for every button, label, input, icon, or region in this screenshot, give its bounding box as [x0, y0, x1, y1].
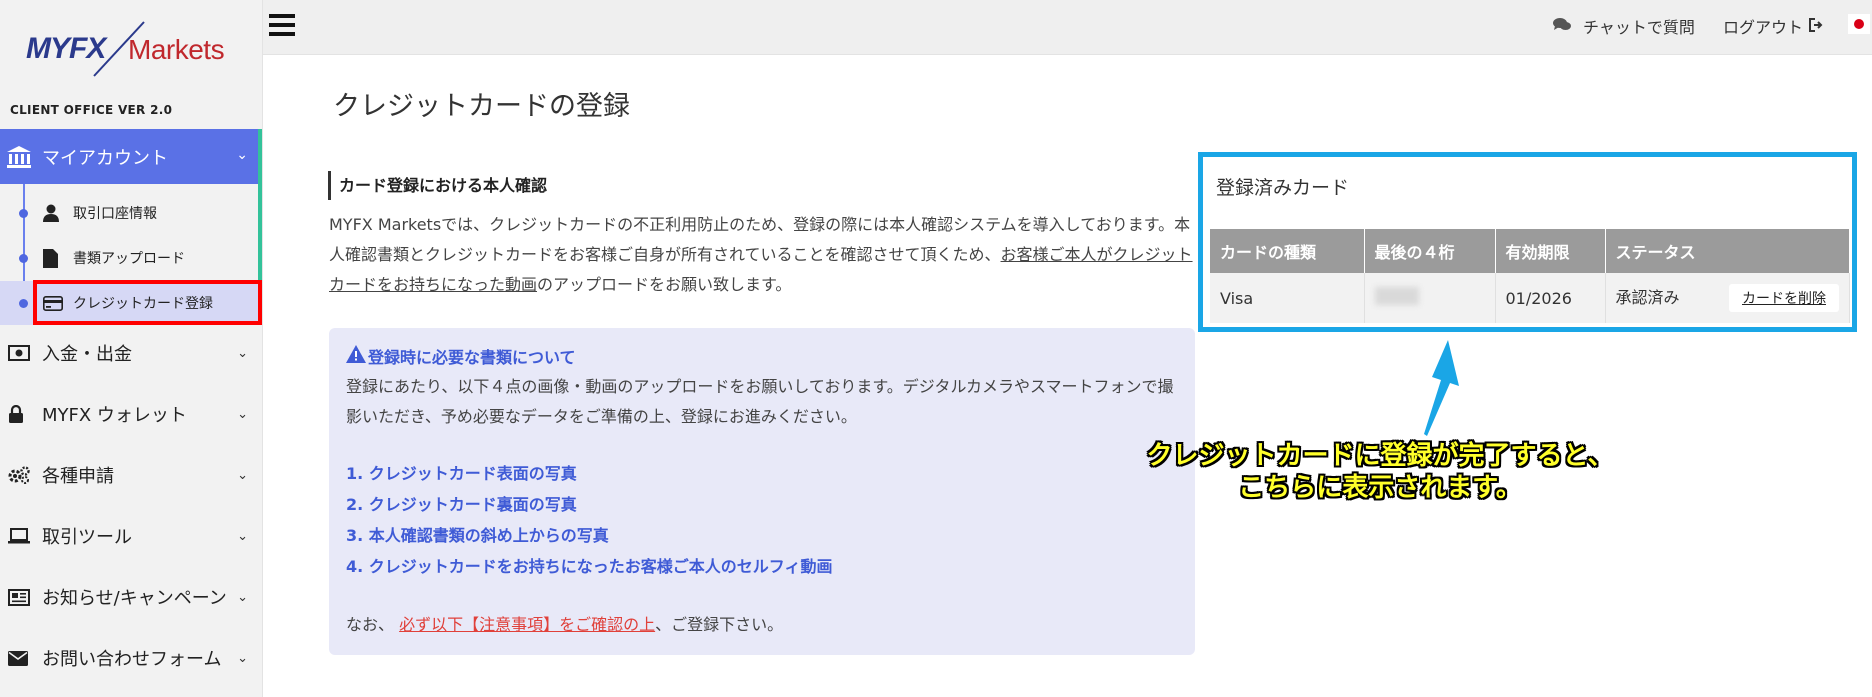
sign-out-icon	[1809, 17, 1823, 36]
chevron-down-icon: ⌄	[237, 589, 248, 605]
delete-card-button[interactable]: カードを削除	[1729, 284, 1839, 312]
sidebar-item-deposit-withdraw[interactable]: 入金・出金 ⌄	[0, 323, 258, 383]
money-icon	[8, 345, 30, 361]
myfx-logo[interactable]: MYFX Markets	[24, 18, 234, 82]
newspaper-icon	[8, 588, 30, 606]
laptop-icon	[8, 528, 30, 544]
sidebar-item-trading-tools[interactable]: 取引ツール ⌄	[0, 506, 258, 566]
gears-icon	[8, 466, 30, 484]
registered-cards-panel: 登録済みカード カードの種類 最後の４桁 有効期限 ステータス Visa 01/…	[1198, 152, 1857, 332]
masked-digits	[1374, 287, 1419, 305]
card-expiry-cell: 01/2026	[1495, 273, 1606, 323]
page-title: クレジットカードの登録	[333, 91, 630, 122]
column-header: 最後の４桁	[1364, 229, 1496, 273]
sidebar: MYFX Markets CLIENT OFFICE VER 2.0 マイアカウ…	[0, 0, 263, 697]
sidebar-subitem-label: 書類アップロード	[73, 251, 185, 267]
client-office-version: CLIENT OFFICE VER 2.0	[10, 103, 173, 117]
list-item: 3. 本人確認書類の斜め上からの写真	[346, 526, 609, 545]
sidebar-item-label: お知らせ/キャンペーン	[42, 588, 227, 609]
table-header-row: カードの種類 最後の４桁 有効期限 ステータス	[1210, 229, 1850, 273]
chevron-down-icon: ⌄	[237, 467, 248, 483]
notice-footer-prefix: なお、	[346, 615, 395, 634]
bullet-dot	[19, 253, 28, 263]
chevron-down-icon: ⌄	[237, 406, 248, 422]
sidebar-item-news-campaign[interactable]: お知らせ/キャンペーン ⌄	[0, 567, 258, 627]
notice-footer-suffix: 、ご登録下さい。	[655, 615, 784, 634]
sidebar-item-label: 各種申請	[42, 466, 114, 487]
sidebar-item-my-account[interactable]: マイアカウント ⌄	[0, 129, 258, 184]
chevron-down-icon: ⌄	[237, 345, 248, 361]
chat-link[interactable]: チャットで質問	[1553, 14, 1695, 38]
bullet-dot	[19, 208, 28, 218]
highlight-box	[33, 280, 262, 325]
card-status-cell: 承認済み カードを削除	[1605, 273, 1850, 323]
notice-footer: なお、 必ず以下【注意事項】をご確認の上、ご登録下さい。	[346, 611, 783, 635]
notice-title-text: 登録時に必要な書類について	[368, 348, 576, 367]
column-header: カードの種類	[1210, 229, 1365, 273]
sidebar-subitem-label: 取引口座情報	[73, 206, 157, 222]
notice-title: 登録時に必要な書類について	[346, 344, 576, 368]
list-item: 2. クレジットカード裏面の写真	[346, 495, 577, 514]
card-last4-cell	[1364, 273, 1496, 323]
envelope-icon	[8, 650, 28, 666]
section-title: カード登録における本人確認	[328, 171, 547, 200]
annotation-callout: クレジットカードに登録が完了すると、 こちらに表示されます。	[1130, 440, 1630, 504]
intro-text-end: のアップロードをお願い致します。	[537, 275, 792, 294]
sidebar-subitem-account-info[interactable]: 取引口座情報	[0, 191, 258, 235]
card-status-text: 承認済み	[1615, 288, 1680, 307]
logout-link[interactable]: ログアウト	[1723, 14, 1823, 38]
japan-flag-icon[interactable]	[1848, 14, 1870, 34]
sidebar-item-applications[interactable]: 各種申請 ⌄	[0, 445, 258, 505]
chevron-down-icon: ⌄	[236, 147, 248, 163]
chat-label: チャットで質問	[1583, 18, 1695, 37]
registered-cards-table: カードの種類 最後の４桁 有効期限 ステータス Visa 01/2026 承認済…	[1210, 229, 1850, 323]
required-documents-list: 1. クレジットカード表面の写真 2. クレジットカード裏面の写真 3. 本人確…	[346, 458, 832, 582]
comments-icon	[1553, 17, 1571, 36]
chevron-down-icon: ⌄	[237, 650, 248, 666]
chevron-down-icon: ⌄	[237, 528, 248, 544]
top-header: チャットで質問 ログアウト	[263, 0, 1872, 55]
sidebar-item-label: お問い合わせフォーム	[42, 649, 222, 670]
notice-caution-link[interactable]: 必ず以下【注意事項】をご確認の上	[399, 615, 655, 634]
warning-icon	[346, 345, 366, 367]
column-header: ステータス	[1605, 229, 1850, 273]
registered-cards-title: 登録済みカード	[1216, 177, 1350, 199]
sidebar-item-contact-form[interactable]: お問い合わせフォーム ⌄	[0, 628, 258, 688]
logo-sub-text: Markets	[128, 34, 225, 65]
notice-box: 登録時に必要な書類について 登録にあたり、以下４点の画像・動画のアップロードをお…	[329, 328, 1195, 655]
sidebar-item-label: 入金・出金	[42, 344, 132, 365]
file-icon	[43, 248, 58, 268]
table-row: Visa 01/2026 承認済み カードを削除	[1210, 273, 1850, 323]
annotation-line: クレジットカードに登録が完了すると、	[1146, 441, 1614, 471]
annotation-line: こちらに表示されます。	[1238, 473, 1522, 503]
sidebar-item-label: 取引ツール	[42, 527, 132, 548]
sidebar-item-wallet[interactable]: MYFX ウォレット ⌄	[0, 384, 258, 444]
logo-main-text: MYFX	[26, 32, 106, 65]
card-type-cell: Visa	[1210, 273, 1365, 323]
intro-paragraph: MYFX Marketsでは、クレジットカードの不正利用防止のため、登録の際には…	[329, 210, 1193, 300]
sidebar-subitem-document-upload[interactable]: 書類アップロード	[0, 236, 258, 280]
list-item: 1. クレジットカード表面の写真	[346, 464, 577, 483]
sidebar-item-label: マイアカウント	[42, 147, 168, 169]
sidebar-item-label: MYFX ウォレット	[42, 405, 187, 426]
column-header: 有効期限	[1495, 229, 1606, 273]
logout-label: ログアウト	[1723, 18, 1804, 37]
lock-icon	[8, 405, 24, 423]
list-item: 4. クレジットカードをお持ちになったお客様ご本人のセルフィ動画	[346, 557, 833, 576]
bank-icon	[6, 145, 32, 168]
bullet-dot	[19, 298, 28, 308]
notice-body: 登録にあたり、以下４点の画像・動画のアップロードをお願いしております。デジタルカ…	[346, 377, 1174, 426]
annotation-arrow-icon	[1424, 340, 1459, 436]
user-icon	[43, 204, 59, 222]
hamburger-menu-icon[interactable]	[269, 14, 295, 36]
